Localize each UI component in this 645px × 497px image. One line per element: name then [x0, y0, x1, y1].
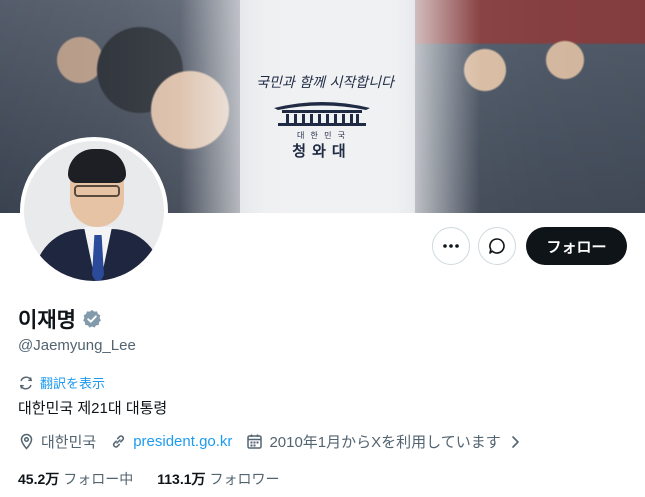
translate-icon — [19, 376, 33, 389]
link-icon — [113, 435, 125, 448]
followers-label: フォロワー — [209, 471, 280, 487]
following-link[interactable]: 45.2万 フォロー中 — [18, 469, 133, 489]
profile-avatar[interactable] — [20, 137, 168, 285]
translate-bio-link[interactable]: 翻訳を表示 — [18, 373, 105, 392]
location-text: 대한민국 — [41, 434, 97, 451]
message-button[interactable] — [478, 227, 516, 265]
more-horizontal-icon — [443, 244, 459, 248]
blue-house-emblem-icon — [274, 102, 370, 126]
followers-link[interactable]: 113.1万 フォロワー — [157, 469, 279, 489]
translate-label[interactable]: 翻訳を表示 — [40, 373, 105, 392]
follow-button[interactable]: フォロー — [526, 227, 627, 265]
verified-badge-icon[interactable] — [82, 309, 102, 329]
profile-meta-row: 대한민국 president.go.kr 2010年1月からXを利用しています — [18, 431, 535, 452]
calendar-icon — [247, 434, 263, 449]
banner-emblem-name: 청와대 — [292, 142, 352, 160]
avatar-glasses — [74, 185, 120, 197]
avatar-hair — [68, 149, 126, 183]
message-icon — [489, 238, 505, 254]
following-count: 45.2万 — [18, 471, 60, 487]
more-options-button[interactable] — [432, 227, 470, 265]
location-item: 대한민국 — [18, 431, 96, 452]
banner-slogan: 국민과 함께 시작합니다 — [256, 75, 394, 91]
chevron-right-icon — [511, 435, 519, 448]
name-row: 이재명 — [18, 304, 102, 334]
location-pin-icon — [20, 433, 33, 450]
joined-item[interactable]: 2010年1月からXを利用しています — [246, 431, 520, 452]
followers-count: 113.1万 — [157, 471, 206, 487]
follow-stats: 45.2万 フォロー中 113.1万 フォロワー — [18, 469, 304, 489]
profile-bio: 대한민국 제21대 대통령 — [18, 400, 168, 417]
joined-text: 2010年1月からXを利用しています — [269, 434, 501, 451]
display-name: 이재명 — [18, 309, 76, 332]
user-handle: @Jaemyung_Lee — [18, 337, 136, 354]
following-label: フォロー中 — [63, 471, 134, 487]
website-item[interactable]: president.go.kr — [110, 433, 232, 450]
website-link[interactable]: president.go.kr — [133, 433, 232, 450]
